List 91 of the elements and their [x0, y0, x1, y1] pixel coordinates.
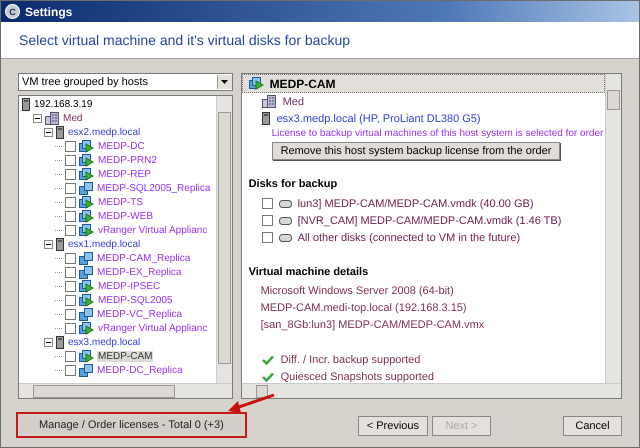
collapse-icon[interactable]	[33, 114, 42, 122]
section-heading: Disks for backup	[248, 178, 338, 190]
tree-node[interactable]: esx1.medp.local	[67, 238, 142, 250]
server-icon	[56, 126, 64, 138]
disk-label: All other disks (connected to VM in the future)	[298, 232, 520, 244]
detail-text: [san_8Gb:lun3] MEDP-CAM/MEDP-CAM.vmx	[260, 318, 486, 333]
server-icon	[262, 112, 270, 125]
vm-play-icon	[79, 196, 94, 208]
tree-item[interactable]: MEDP-VC_Replica	[96, 308, 184, 320]
server-icon	[56, 336, 64, 348]
collapse-icon[interactable]	[44, 338, 53, 346]
checkbox[interactable]	[65, 252, 76, 264]
manage-licenses-button[interactable]: Manage / Order licenses - Total 0 (+3)	[19, 417, 244, 433]
vm-play-icon	[79, 154, 94, 166]
vm-stack-icon	[79, 182, 93, 194]
tree-item[interactable]: MEDP-CAM_Replica	[96, 252, 192, 264]
vm-play-icon	[79, 294, 94, 306]
tree-item[interactable]: MEDP-TS	[97, 196, 144, 208]
tree-item[interactable]: MEDP-DC	[97, 140, 146, 152]
host-label: esx3.medp.local (HP, ProLiant DL380 G5)	[276, 112, 481, 124]
checkbox[interactable]	[262, 198, 273, 209]
remove-license-button[interactable]: Remove this host system backup license from the order	[272, 142, 560, 160]
license-note: License to backup virtual machines of this host system is selected for order	[270, 128, 604, 139]
nav-button[interactable]: < Previous	[358, 416, 428, 436]
checkbox[interactable]	[65, 210, 76, 222]
checkbox[interactable]	[65, 322, 76, 334]
app-icon: C	[5, 4, 20, 19]
building-icon	[262, 95, 276, 108]
tree-item[interactable]: MEDP-PRN2	[97, 154, 158, 166]
tree-item[interactable]: MEDP-IPSEC	[97, 280, 162, 292]
checkbox[interactable]	[65, 308, 76, 320]
vm-stack-icon	[79, 252, 93, 264]
window-title: Settings	[25, 4, 72, 18]
checkbox[interactable]	[65, 154, 76, 166]
feature-label: Diff. / Incr. backup supported	[280, 354, 420, 366]
checkbox[interactable]	[65, 140, 76, 152]
checkbox[interactable]	[65, 266, 76, 278]
tree-item[interactable]: MEDP-EX_Replica	[96, 266, 182, 278]
tree-node[interactable]: Med	[62, 112, 84, 124]
server-icon	[22, 98, 30, 110]
tree-node[interactable]: esx3.medp.local	[67, 336, 142, 348]
scrollbar[interactable]	[19, 383, 232, 398]
page-heading: Select virtual machine and it's virtual disks for backup	[19, 32, 350, 48]
checkbox[interactable]	[65, 182, 76, 194]
checkbox[interactable]	[65, 196, 76, 208]
server-icon	[56, 238, 64, 250]
collapse-icon[interactable]	[44, 240, 53, 248]
tree-node[interactable]: 192.168.3.19	[33, 98, 94, 110]
checkbox[interactable]	[65, 350, 76, 362]
vm-stack-icon	[79, 364, 93, 376]
checkbox[interactable]	[262, 215, 273, 226]
detail-text: MEDP-CAM.medi-top.local (192.168.3.15)	[260, 301, 468, 316]
vm-play-icon	[79, 224, 94, 236]
tree-item[interactable]: MEDP-CAM	[97, 350, 154, 362]
building-icon	[45, 112, 59, 124]
tree-item[interactable]: MEDP-REP	[97, 168, 152, 180]
tree-item[interactable]: MEDP-SQL2005	[97, 294, 174, 306]
vm-stack-icon	[79, 266, 93, 278]
checkbox[interactable]	[262, 232, 273, 243]
vm-stack-icon	[79, 308, 93, 320]
vm-play-icon	[79, 168, 94, 180]
vm-play-icon	[79, 350, 94, 362]
checkbox[interactable]	[65, 168, 76, 180]
scrollbar[interactable]	[605, 74, 621, 383]
scrollbar[interactable]	[216, 96, 232, 383]
view-dropdown[interactable]: VM tree grouped by hosts	[18, 73, 233, 91]
tree-item[interactable]: vRanger Virtual Applianc	[97, 322, 208, 334]
checkbox[interactable]	[65, 280, 76, 292]
checkbox[interactable]	[65, 224, 76, 236]
vm-title: MEDP-CAM	[270, 76, 336, 90]
checkbox[interactable]	[65, 364, 76, 376]
scrollbar[interactable]	[242, 383, 621, 398]
vm-play-icon	[79, 322, 94, 334]
checkbox[interactable]	[65, 294, 76, 306]
disk-label: [NVR_CAM] MEDP-CAM/MEDP-CAM.vmdk (1.46 TB)	[298, 214, 562, 226]
tree-item[interactable]: MEDP-DC_Replica	[96, 364, 184, 376]
tree-item[interactable]: MEDP-WEB	[97, 210, 154, 222]
section-heading: Virtual machine details	[248, 266, 370, 278]
vm-play-icon	[79, 210, 94, 222]
vm-play-icon	[248, 77, 264, 90]
tree-node[interactable]: esx2.medp.local	[67, 126, 142, 138]
detail-text: Microsoft Windows Server 2008 (64-bit)	[260, 284, 455, 299]
collapse-icon[interactable]	[44, 128, 53, 136]
feature-label: Quiesced Snapshots supported	[280, 370, 434, 382]
nav-button[interactable]: Cancel	[563, 416, 622, 436]
datacenter-label: Med	[282, 96, 304, 108]
tree-item[interactable]: vRanger Virtual Applianc	[97, 224, 208, 236]
vm-play-icon	[79, 280, 94, 292]
vm-play-icon	[79, 140, 94, 152]
tree-item[interactable]: MEDP-SQL2005_Replica	[96, 182, 212, 194]
disk-label: lun3] MEDP-CAM/MEDP-CAM.vmdk (40.00 GB)	[298, 198, 534, 210]
